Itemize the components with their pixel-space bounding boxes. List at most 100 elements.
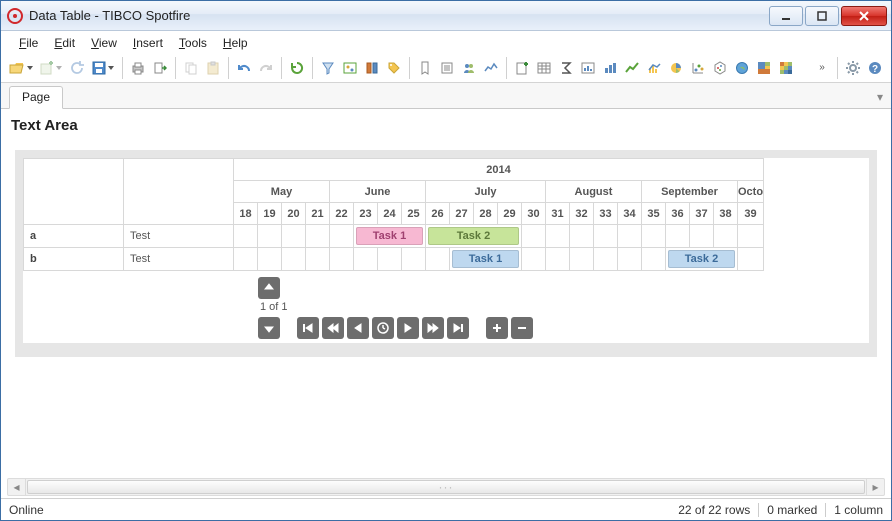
line-chart-button[interactable] (622, 58, 642, 78)
reload-button[interactable] (287, 58, 307, 78)
pager-prev-button[interactable] (347, 317, 369, 339)
minimize-button[interactable] (769, 6, 803, 26)
gantt-week-header: 29 (498, 203, 522, 225)
menu-file[interactable]: File (11, 34, 46, 52)
pager-zoom-out-button[interactable] (511, 317, 533, 339)
filter-button[interactable] (318, 58, 338, 78)
crosstable-viz-button[interactable] (556, 58, 576, 78)
bookmarks-button[interactable] (415, 58, 435, 78)
gantt-task[interactable]: Task 2 (428, 227, 519, 245)
collaboration-button[interactable] (459, 58, 479, 78)
refresh-icon (70, 61, 84, 75)
save-button[interactable] (89, 58, 117, 78)
status-rows: 22 of 22 rows (678, 503, 750, 517)
refresh-data-button[interactable] (67, 58, 87, 78)
scatter-plot-button[interactable] (688, 58, 708, 78)
pie-chart-button[interactable] (666, 58, 686, 78)
gantt-week-header: 33 (594, 203, 618, 225)
svg-text:?: ? (872, 64, 878, 75)
paste-button[interactable] (203, 58, 223, 78)
pager-next-fast-button[interactable] (422, 317, 444, 339)
graphical-table-button[interactable] (578, 58, 598, 78)
gantt-month-header: June (330, 181, 426, 203)
gantt-task-cell[interactable]: Task 2 (666, 248, 738, 271)
close-button[interactable] (841, 6, 887, 26)
print-button[interactable] (128, 58, 148, 78)
gantt-week-header: 24 (378, 203, 402, 225)
gantt-week-header: 31 (546, 203, 570, 225)
menu-help[interactable]: Help (215, 34, 256, 52)
gantt-task[interactable]: Task 2 (668, 250, 735, 268)
pager-last-button[interactable] (447, 317, 469, 339)
status-online: Online (9, 503, 44, 517)
gantt-year-header: 2014 (234, 159, 764, 181)
redo-button[interactable] (256, 58, 276, 78)
gantt-empty-cell (426, 248, 450, 271)
gantt-empty-cell (330, 225, 354, 248)
settings-button[interactable] (843, 58, 863, 78)
add-data-button[interactable] (37, 58, 65, 78)
3d-scatter-icon (713, 61, 727, 75)
lists-button[interactable] (437, 58, 457, 78)
map-chart-button[interactable] (732, 58, 752, 78)
find-button[interactable] (481, 58, 501, 78)
scroll-right-button[interactable]: ▸ (866, 479, 884, 495)
menu-edit[interactable]: Edit (46, 34, 83, 52)
pager-prev-fast-button[interactable] (322, 317, 344, 339)
maximize-button[interactable] (805, 6, 839, 26)
open-button[interactable] (7, 58, 35, 78)
combo-chart-button[interactable] (644, 58, 664, 78)
gantt-week-header: 39 (738, 203, 764, 225)
pager-down-button[interactable] (258, 317, 280, 339)
tab-page[interactable]: Page (9, 86, 63, 109)
scroll-thumb[interactable]: ··· (27, 480, 865, 494)
new-page-button[interactable] (512, 58, 532, 78)
details-button[interactable] (362, 58, 382, 78)
copy-button[interactable] (181, 58, 201, 78)
pager-today-button[interactable] (372, 317, 394, 339)
minimize-icon (780, 10, 792, 22)
data-panel-button[interactable] (340, 58, 360, 78)
sigma-icon (559, 61, 573, 75)
gantt-task-cell[interactable]: Task 1 (450, 248, 522, 271)
pager-up-button[interactable] (258, 277, 280, 299)
menu-insert[interactable]: Insert (125, 34, 171, 52)
tabstrip-menu-button[interactable]: ▾ (877, 90, 883, 108)
bar-chart-button[interactable] (600, 58, 620, 78)
table-viz-button[interactable] (534, 58, 554, 78)
gantt-task[interactable]: Task 1 (452, 250, 519, 268)
first-icon (302, 323, 314, 333)
pager-first-button[interactable] (297, 317, 319, 339)
gantt-week-header: 23 (354, 203, 378, 225)
gantt-empty-cell (546, 225, 570, 248)
gantt-empty-cell (594, 225, 618, 248)
data-panel-icon (343, 61, 357, 75)
gantt-task[interactable]: Task 1 (356, 227, 423, 245)
visualization-title: Text Area (1, 109, 891, 140)
heatmap-button[interactable] (776, 58, 796, 78)
help-button[interactable]: ? (865, 58, 885, 78)
treemap-button[interactable] (754, 58, 774, 78)
gantt-row-label: Test (124, 248, 234, 271)
menu-insert-label: nsert (136, 36, 163, 50)
3d-scatter-button[interactable] (710, 58, 730, 78)
horizontal-scrollbar[interactable]: ◂ ··· ▸ (7, 478, 885, 496)
gantt-task-cell[interactable]: Task 1 (354, 225, 426, 248)
pager-next-button[interactable] (397, 317, 419, 339)
gantt-month-header: August (546, 181, 642, 203)
export-button[interactable] (150, 58, 170, 78)
pager-zoom-in-button[interactable] (486, 317, 508, 339)
tags-button[interactable] (384, 58, 404, 78)
undo-button[interactable] (234, 58, 254, 78)
window-controls (767, 6, 887, 26)
gantt-empty-cell (690, 225, 714, 248)
toolbar-overflow-button[interactable]: » (812, 58, 832, 78)
dropdown-caret-icon (56, 66, 62, 70)
bar-chart-icon (603, 61, 617, 75)
menu-tools[interactable]: Tools (171, 34, 215, 52)
gantt-task-cell[interactable]: Task 2 (426, 225, 522, 248)
scroll-left-button[interactable]: ◂ (8, 479, 26, 495)
arrow-left-icon (353, 323, 363, 333)
statusbar: Online 22 of 22 rows 0 marked 1 column (1, 498, 891, 520)
menu-view[interactable]: View (83, 34, 125, 52)
